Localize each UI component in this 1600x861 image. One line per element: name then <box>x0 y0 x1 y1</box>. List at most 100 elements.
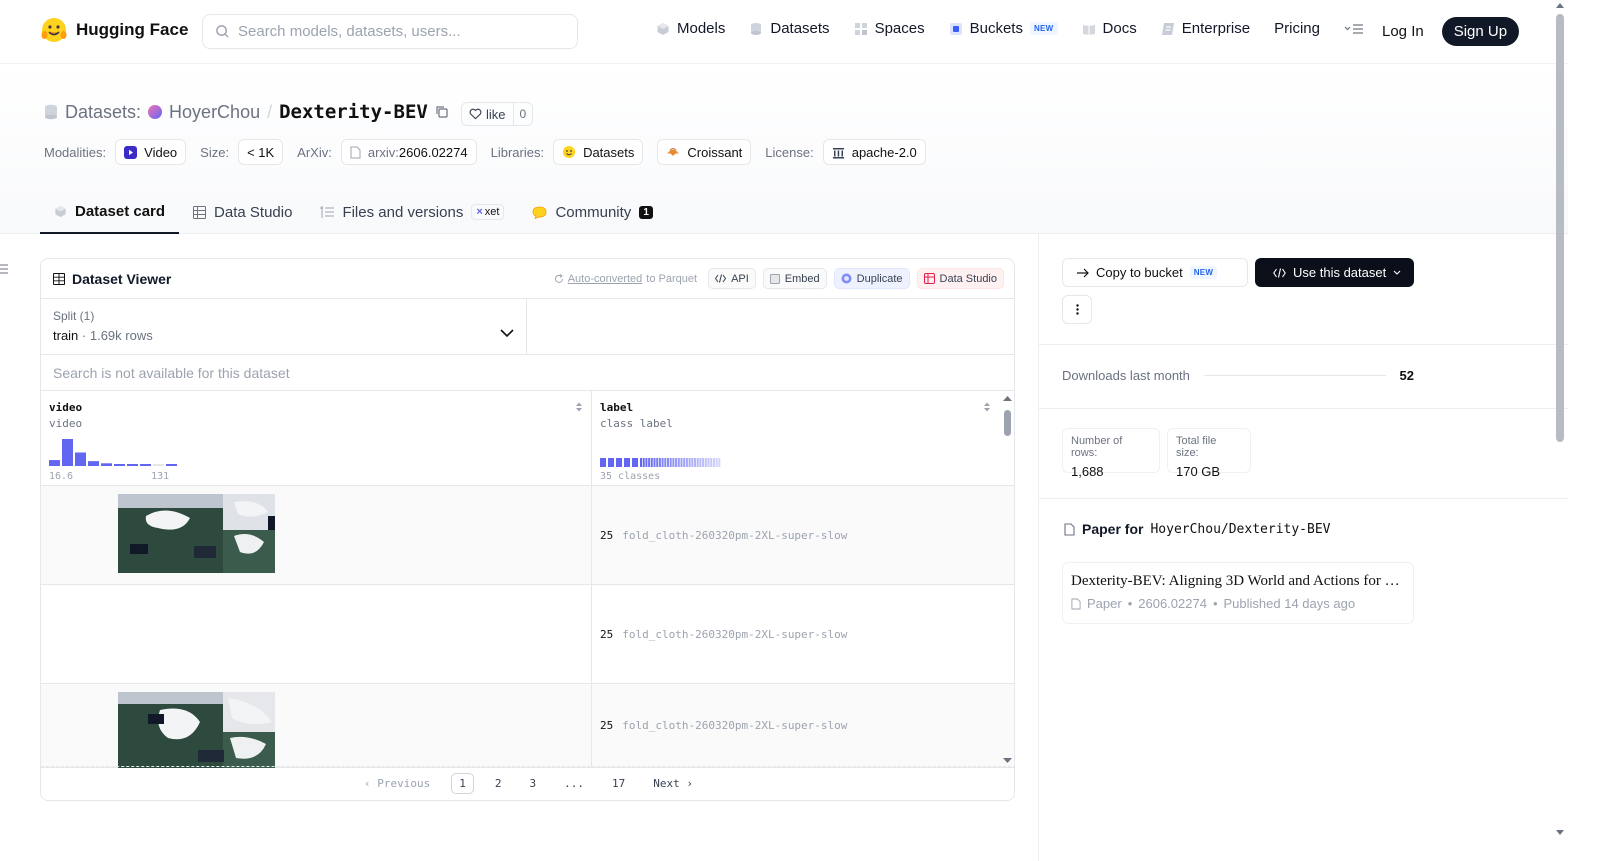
histogram-bar[interactable] <box>75 452 86 467</box>
class-segment[interactable] <box>680 458 683 467</box>
video-cell[interactable] <box>41 486 592 584</box>
tab-data-studio[interactable]: Data Studio <box>179 190 306 234</box>
table-row[interactable]: 25 fold_cloth-260320pm-2XL-super-slow <box>41 684 1014 768</box>
search-box[interactable] <box>202 14 578 49</box>
class-segment[interactable] <box>616 458 622 467</box>
nav-docs[interactable]: Docs <box>1082 20 1137 37</box>
pagination-previous[interactable]: ‹ Previous <box>357 774 437 793</box>
column-label[interactable]: label class label 35 classes <box>592 391 999 485</box>
table-row[interactable]: 25 fold_cloth-260320pm-2XL-super-slow <box>41 585 1014 684</box>
table-row[interactable]: 25 fold_cloth-260320pm-2XL-super-slow <box>41 486 1014 585</box>
pagination-page[interactable]: 3 <box>522 774 543 793</box>
paper-title[interactable]: Dexterity-BEV: Aligning 3D World and Act… <box>1071 573 1405 590</box>
video-duration-histogram[interactable] <box>49 439 183 466</box>
histogram-bar[interactable] <box>127 464 138 466</box>
class-segment[interactable] <box>675 458 678 467</box>
class-segment[interactable] <box>699 458 702 467</box>
video-cell[interactable] <box>41 585 592 683</box>
class-segment[interactable] <box>608 458 614 467</box>
data-studio-button[interactable]: Data Studio <box>916 268 1004 289</box>
size-tag[interactable]: < 1K <box>238 139 284 165</box>
license-tag[interactable]: apache-2.0 <box>822 139 926 165</box>
duplicate-button[interactable]: Duplicate <box>833 268 910 289</box>
arxiv-tag[interactable]: arxiv:2606.02274 <box>340 139 477 165</box>
class-segment[interactable] <box>664 458 667 467</box>
copy-icon[interactable] <box>435 105 449 119</box>
video-cell[interactable] <box>41 684 592 768</box>
class-segment[interactable] <box>648 458 651 467</box>
class-segment[interactable] <box>704 458 707 467</box>
class-segment[interactable] <box>702 458 705 467</box>
sort-icon[interactable] <box>983 401 991 413</box>
class-segment[interactable] <box>685 458 688 467</box>
class-segment[interactable] <box>600 458 606 467</box>
class-distribution-bar[interactable] <box>600 458 722 467</box>
histogram-bar[interactable] <box>166 464 177 466</box>
video-thumbnail[interactable] <box>118 692 275 768</box>
nav-pricing[interactable]: Pricing <box>1274 20 1320 37</box>
class-segment[interactable] <box>715 458 718 467</box>
class-segment[interactable] <box>661 458 664 467</box>
histogram-bar[interactable] <box>62 439 73 466</box>
class-segment[interactable] <box>650 458 653 467</box>
histogram-bar[interactable] <box>49 460 60 466</box>
pagination-page[interactable]: 2 <box>488 774 509 793</box>
class-segment[interactable] <box>645 458 648 467</box>
tab-dataset-card[interactable]: Dataset card <box>40 190 180 234</box>
label-cell[interactable]: 25 fold_cloth-260320pm-2XL-super-slow <box>592 585 999 683</box>
repo-name[interactable]: Dexterity-BEV <box>279 101 428 123</box>
histogram-bar[interactable] <box>88 461 99 466</box>
pagination-next[interactable]: Next › <box>646 774 700 793</box>
pagination-page[interactable]: 1 <box>451 773 474 794</box>
breadcrumb-section[interactable]: Datasets: <box>65 102 141 123</box>
nav-spaces[interactable]: Spaces <box>854 20 925 37</box>
logo[interactable]: Hugging Face <box>40 16 188 44</box>
histogram-bar[interactable] <box>101 463 112 466</box>
like-action[interactable]: like <box>462 103 514 125</box>
class-segment[interactable] <box>696 458 699 467</box>
more-options-button[interactable] <box>1062 295 1092 324</box>
class-segment[interactable] <box>710 458 713 467</box>
signup-button[interactable]: Sign Up <box>1441 17 1520 46</box>
histogram-bar[interactable] <box>153 464 164 466</box>
like-button[interactable]: like 0 <box>461 102 534 126</box>
class-segment[interactable] <box>669 458 672 467</box>
auto-converted-link[interactable]: Auto-converted <box>568 273 643 285</box>
class-segment[interactable] <box>691 458 694 467</box>
class-segment[interactable] <box>694 458 696 467</box>
page-scrollbar[interactable] <box>1552 0 1568 861</box>
class-segment[interactable] <box>707 458 710 467</box>
class-segment[interactable] <box>624 458 630 467</box>
modality-video-tag[interactable]: Video <box>115 139 187 165</box>
login-link[interactable]: Log In <box>1382 23 1424 40</box>
nav-enterprise[interactable]: Enterprise <box>1161 20 1250 37</box>
class-segment[interactable] <box>640 458 642 467</box>
library-datasets-tag[interactable]: Datasets <box>553 139 644 165</box>
breadcrumb-owner[interactable]: HoyerChou <box>169 102 260 123</box>
class-segment[interactable] <box>642 458 645 467</box>
label-cell[interactable]: 25 fold_cloth-260320pm-2XL-super-slow <box>592 684 999 767</box>
class-segment[interactable] <box>677 458 680 467</box>
column-video[interactable]: video video 16.6 131 <box>41 391 592 485</box>
use-this-dataset-button[interactable]: Use this dataset <box>1255 258 1414 287</box>
histogram-bar[interactable] <box>114 464 125 466</box>
video-thumbnail[interactable] <box>118 494 275 573</box>
search-input[interactable] <box>238 23 558 40</box>
class-segment[interactable] <box>658 458 661 467</box>
class-segment[interactable] <box>632 458 638 467</box>
library-croissant-tag[interactable]: Croissant <box>657 139 752 165</box>
class-segment[interactable] <box>653 458 656 467</box>
sidebar-toggle-icon[interactable] <box>0 263 9 275</box>
class-segment[interactable] <box>672 458 675 467</box>
class-segment[interactable] <box>656 458 659 467</box>
auto-converted-note[interactable]: Auto-converted to Parquet <box>554 273 697 285</box>
sort-icon[interactable] <box>575 401 583 413</box>
pagination-page[interactable]: 17 <box>605 774 632 793</box>
histogram-bar[interactable] <box>140 464 151 466</box>
api-button[interactable]: API <box>708 268 756 289</box>
class-segment[interactable] <box>718 458 721 467</box>
split-selector[interactable]: Split (1) train · 1.69k rows <box>41 299 527 354</box>
paper-card[interactable]: Dexterity-BEV: Aligning 3D World and Act… <box>1062 562 1414 624</box>
copy-to-bucket-button[interactable]: Copy to bucket NEW <box>1062 258 1248 287</box>
tab-files-versions[interactable]: Files and versions × xet <box>306 190 518 234</box>
